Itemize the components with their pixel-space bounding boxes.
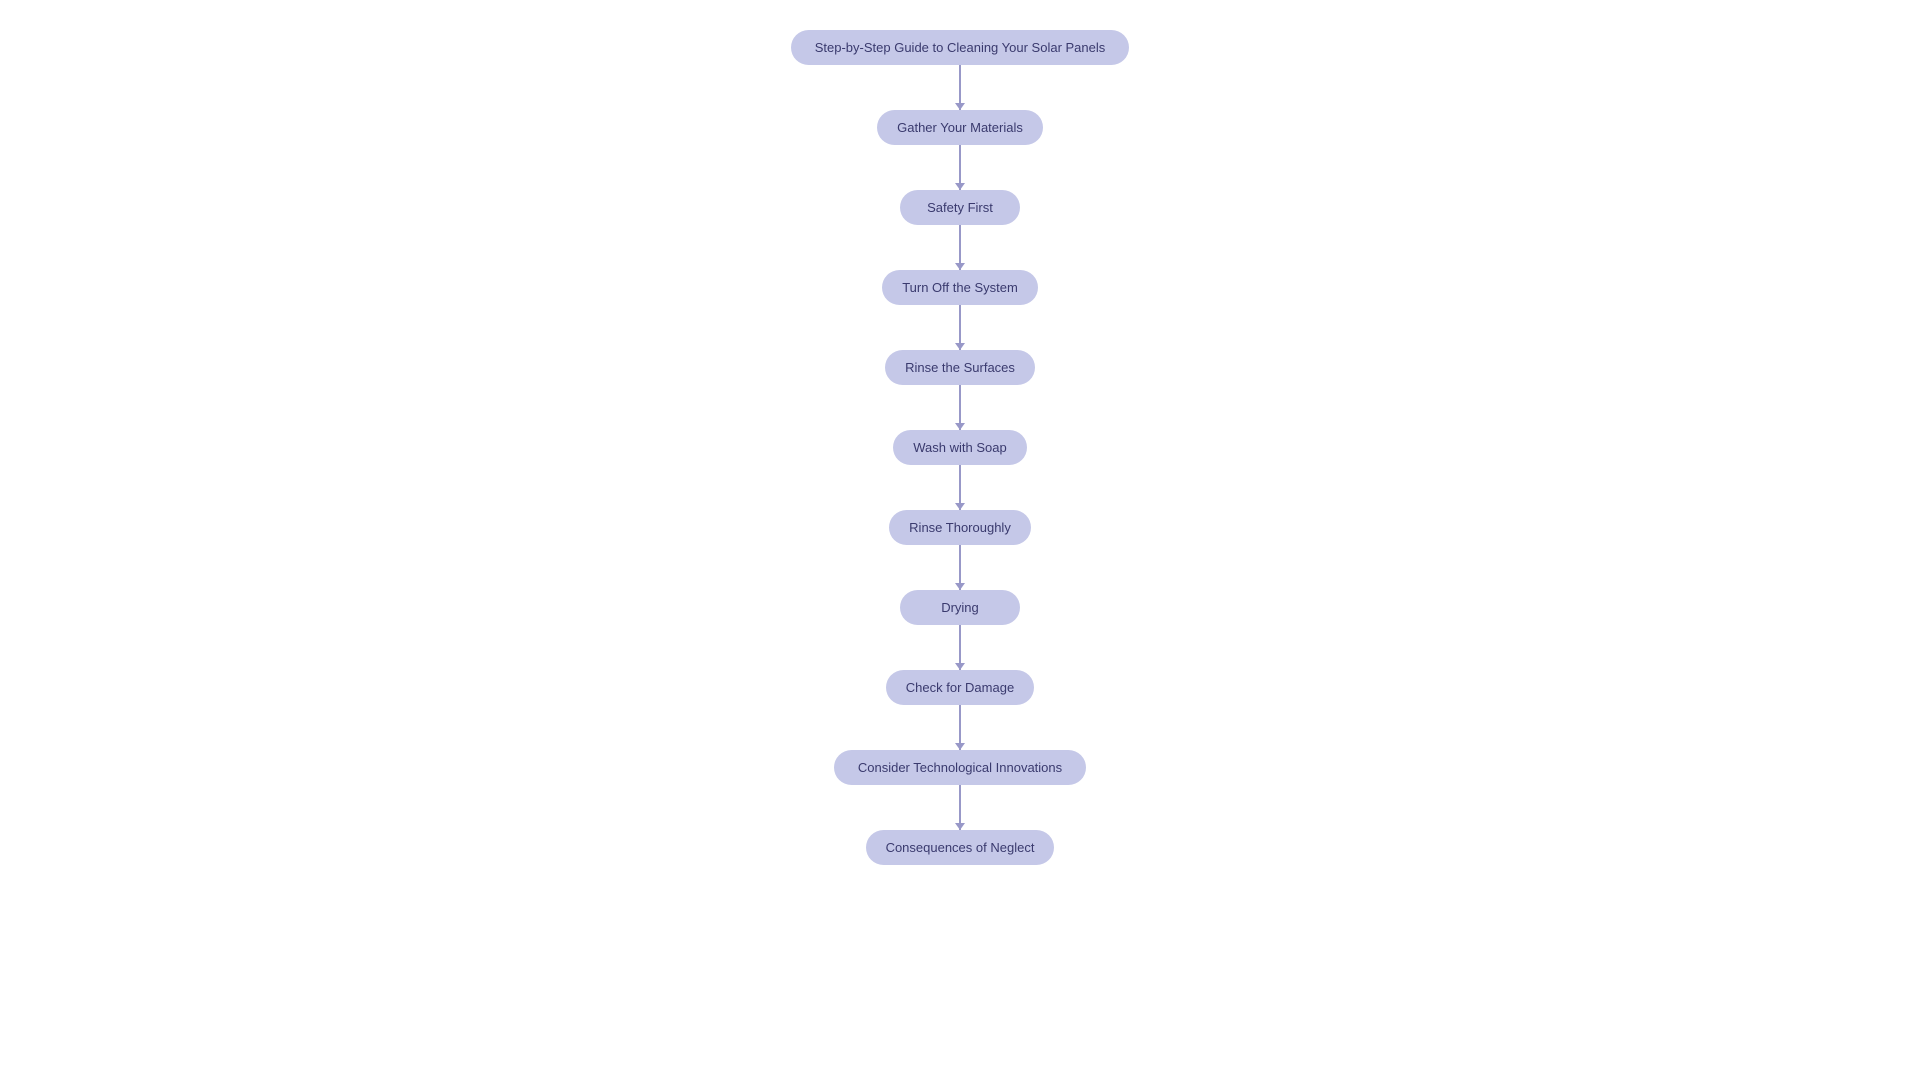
connector-5 (959, 465, 961, 510)
flowchart: Step-by-Step Guide to Cleaning Your Sola… (791, 10, 1130, 885)
node-consequences[interactable]: Consequences of Neglect (866, 830, 1055, 865)
connector-4 (959, 385, 961, 430)
connector-3 (959, 305, 961, 350)
connector-8 (959, 705, 961, 750)
connector-0 (959, 65, 961, 110)
connector-6 (959, 545, 961, 590)
node-safety-first[interactable]: Safety First (900, 190, 1020, 225)
connector-1 (959, 145, 961, 190)
connector-9 (959, 785, 961, 830)
connector-7 (959, 625, 961, 670)
node-rinse-surfaces[interactable]: Rinse the Surfaces (885, 350, 1035, 385)
node-check-damage[interactable]: Check for Damage (886, 670, 1034, 705)
node-turn-off-system[interactable]: Turn Off the System (882, 270, 1038, 305)
node-wash-soap[interactable]: Wash with Soap (893, 430, 1026, 465)
node-drying[interactable]: Drying (900, 590, 1020, 625)
node-gather-materials[interactable]: Gather Your Materials (877, 110, 1043, 145)
node-rinse-thoroughly[interactable]: Rinse Thoroughly (889, 510, 1031, 545)
node-consider-tech[interactable]: Consider Technological Innovations (834, 750, 1086, 785)
node-title[interactable]: Step-by-Step Guide to Cleaning Your Sola… (791, 30, 1130, 65)
connector-2 (959, 225, 961, 270)
